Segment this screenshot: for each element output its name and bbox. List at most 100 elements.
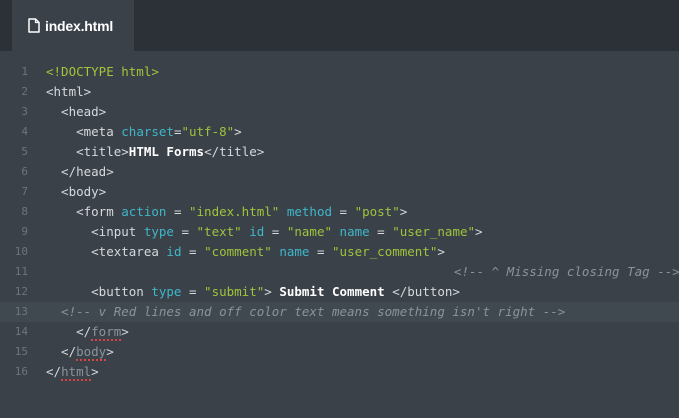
code-token: <textarea [46, 244, 167, 259]
line-code: <meta charset="utf-8"> [46, 122, 242, 142]
code-token: </button> [384, 284, 460, 299]
code-token: </ [46, 324, 92, 339]
code-line[interactable]: 12 <button type = "submit"> Submit Comme… [0, 282, 679, 302]
code-token: id [249, 224, 265, 239]
line-code: </form> [46, 322, 129, 342]
code-line[interactable]: 9 <input type = "text" id = "name" name … [0, 222, 679, 242]
error-token: form [91, 324, 122, 339]
line-number: 4 [21, 125, 28, 138]
code-line[interactable]: 11 <!-- ^ Missing closing Tag --> [0, 262, 679, 282]
code-line[interactable]: 8 <form action = "index.html" method = "… [0, 202, 679, 222]
code-token: "user_name" [392, 224, 476, 239]
line-code: <input type = "text" id = "name" name = … [46, 222, 483, 242]
line-code: </body> [46, 342, 114, 362]
inline-comment: <!-- ^ Missing closing Tag --> [454, 264, 679, 279]
code-token: = [166, 204, 189, 219]
line-number: 14 [14, 325, 28, 338]
code-line[interactable]: 3 <head> [0, 102, 679, 122]
code-line[interactable]: 4 <meta charset="utf-8"> [0, 122, 679, 142]
code-token: <input [46, 224, 144, 239]
error-token: body [76, 344, 107, 359]
line-number: 15 [14, 345, 28, 358]
code-token: HTML Forms [128, 144, 205, 159]
code-token: name [279, 244, 310, 259]
line-number: 5 [21, 145, 28, 158]
code-line[interactable]: 1 <!DOCTYPE html> [0, 62, 679, 82]
code-token: </head> [46, 164, 114, 179]
code-token: </title> [204, 144, 265, 159]
code-token: <button [46, 284, 152, 299]
code-token: > [91, 364, 99, 379]
code-token: id [166, 244, 182, 259]
code-token: > [399, 204, 408, 219]
code-line[interactable]: 14 </form> [0, 322, 679, 342]
file-icon [28, 18, 40, 33]
line-number: 1 [21, 65, 28, 78]
line-number: 3 [21, 105, 28, 118]
line-number: 16 [14, 365, 28, 378]
line-code: <body> [46, 182, 106, 202]
tab-label: index.html [45, 17, 114, 34]
line-code: <!-- v Red lines and off color text mean… [46, 302, 565, 322]
code-line[interactable]: 13 <!-- v Red lines and off color text m… [0, 302, 679, 322]
code-line[interactable]: 16 </html> [0, 362, 679, 382]
line-code: <button type = "submit"> Submit Comment … [46, 282, 460, 302]
code-token: > [475, 224, 483, 239]
line-code: <form action = "index.html" method = "po… [46, 202, 407, 222]
code-token: </ [46, 344, 77, 359]
code-editor[interactable]: 1 <!DOCTYPE html> 2 <html> 3 <head> 4 <meta c… [0, 51, 679, 382]
code-token: Submit Comment [279, 284, 385, 299]
code-token: </ [46, 364, 62, 379]
code-token: > [264, 284, 280, 299]
line-number: 12 [14, 285, 28, 298]
line-code: <head> [46, 102, 106, 122]
line-code: <html> [46, 82, 91, 102]
code-token: <body> [46, 184, 107, 199]
code-token: "index.html" [189, 204, 280, 219]
code-token: "utf-8" [181, 124, 235, 139]
code-line[interactable]: 10 <textarea id = "comment" name = "user… [0, 242, 679, 262]
code-line[interactable]: 15 </body> [0, 342, 679, 362]
code-token: "user_comment" [332, 244, 438, 259]
line-code: </head> [46, 162, 114, 182]
code-token: name [339, 224, 370, 239]
line-code: </html> [46, 362, 99, 382]
tab-index-html[interactable]: index.html [12, 0, 134, 51]
code-token: = [332, 204, 355, 219]
code-token: "comment" [204, 244, 272, 259]
code-token: method [286, 204, 332, 219]
code-token: action [121, 204, 167, 219]
code-token: "post" [354, 204, 400, 219]
code-token: = [181, 284, 205, 299]
code-token: <form [46, 204, 122, 219]
code-token: "text" [196, 224, 242, 239]
code-token: "name" [286, 224, 333, 239]
tab-bar: index.html [0, 0, 679, 51]
code-token: <meta [46, 124, 122, 139]
code-token: <!-- v Red lines and off color text mean… [46, 304, 566, 319]
code-token: > [106, 344, 114, 359]
code-line[interactable]: 2 <html> [0, 82, 679, 102]
code-token: > [437, 244, 445, 259]
code-token: = [369, 224, 393, 239]
code-token: type [143, 224, 174, 239]
code-line[interactable]: 6 </head> [0, 162, 679, 182]
code-token: = [264, 224, 287, 239]
code-token: = [173, 224, 197, 239]
code-token: <!DOCTYPE html> [46, 64, 159, 79]
code-token: > [121, 324, 129, 339]
code-token: > [234, 124, 242, 139]
line-number: 6 [21, 165, 28, 178]
code-line[interactable]: 7 <body> [0, 182, 679, 202]
error-token: html [61, 364, 92, 379]
code-line[interactable]: 5 <title>HTML Forms</title> [0, 142, 679, 162]
code-token: "submit" [204, 284, 265, 299]
line-number: 9 [21, 225, 28, 238]
line-number: 10 [14, 245, 28, 258]
code-token: charset [121, 124, 174, 139]
line-number: 11 [14, 265, 28, 278]
code-token: <html> [46, 84, 92, 99]
code-token: <title> [46, 144, 129, 159]
